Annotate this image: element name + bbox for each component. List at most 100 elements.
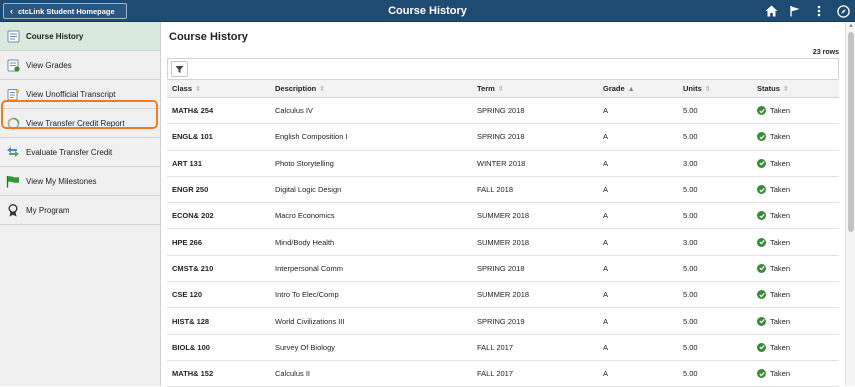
cell-class: HPE 266 xyxy=(167,228,270,256)
flag-icon[interactable] xyxy=(787,3,803,19)
vertical-scrollbar[interactable]: ▲ xyxy=(845,22,855,386)
cell-description: Photo Storytelling xyxy=(270,150,472,177)
cell-units: 3.00 xyxy=(678,228,752,256)
student-homepage-back-button[interactable]: ‹ ctcLink Student Homepage xyxy=(3,3,127,19)
cell-units: 5.00 xyxy=(678,360,752,387)
sidebar-item-label: View Unofficial Transcript xyxy=(26,89,116,99)
sidebar-item-course-history[interactable]: Course History xyxy=(0,22,160,51)
sidebar-navigation: Course History View Grades View Unoffici… xyxy=(0,22,161,386)
cell-grade: A xyxy=(598,255,678,283)
sidebar-item-view-my-milestones[interactable]: View My Milestones xyxy=(0,167,160,196)
table-row[interactable]: ENGR 250 Digital Logic Design FALL 2018 A 5.… xyxy=(167,176,839,204)
table-row[interactable]: HPE 266 Mind/Body Health SUMMER 2018 A 3.00 T… xyxy=(167,228,839,256)
cell-description: English Composition I xyxy=(270,123,472,151)
sidebar-item-view-unofficial-transcript[interactable]: View Unofficial Transcript xyxy=(0,80,160,109)
status-text: Taken xyxy=(770,106,791,116)
checkmark-icon xyxy=(757,158,766,168)
checkmark-icon xyxy=(757,132,766,142)
chevron-left-icon: ‹ xyxy=(10,5,13,16)
cell-units: 5.00 xyxy=(678,202,752,230)
table-row[interactable]: BIOL& 100 Survey Of Biology FALL 2017 A 5.00… xyxy=(167,334,839,361)
cell-grade: A xyxy=(598,150,678,177)
sidebar-item-view-transfer-credit-report[interactable]: View Transfer Credit Report xyxy=(0,109,160,138)
compass-icon[interactable] xyxy=(835,3,851,19)
status-text: Taken xyxy=(770,316,791,326)
program-ribbon-icon xyxy=(6,203,20,217)
cell-term: SPRING 2018 xyxy=(472,255,598,283)
cell-grade: A xyxy=(598,97,678,125)
home-icon[interactable] xyxy=(763,3,779,19)
scroll-up-arrow-icon[interactable]: ▲ xyxy=(848,23,854,30)
cell-term: SPRING 2018 xyxy=(472,123,598,151)
top-banner: ‹ ctcLink Student Homepage Course Histor… xyxy=(0,0,855,22)
column-header-status[interactable]: Status ⇳ xyxy=(752,79,839,98)
table-row[interactable]: MATH& 152 Calculus II FALL 2017 A 5.00 Taken xyxy=(167,360,839,387)
sidebar-item-evaluate-transfer-credit[interactable]: Evaluate Transfer Credit xyxy=(0,138,160,167)
checkmark-icon xyxy=(757,185,766,195)
status-text: Taken xyxy=(770,342,791,352)
checkmark-icon xyxy=(757,316,766,326)
cell-status: Taken xyxy=(752,334,839,361)
checkmark-icon xyxy=(757,263,766,273)
cell-description: Intro To Elec/Comp xyxy=(270,281,472,309)
cell-class: HIST& 128 xyxy=(167,307,270,335)
status-text: Taken xyxy=(770,263,791,273)
cell-units: 5.00 xyxy=(678,123,752,151)
cell-status: Taken xyxy=(752,123,839,151)
column-header-description[interactable]: Description ⇳ xyxy=(270,79,472,98)
sidebar-item-my-program[interactable]: My Program xyxy=(0,196,160,225)
column-header-class[interactable]: Class ⇳ xyxy=(167,79,270,98)
page-title: Course History xyxy=(169,31,248,43)
cell-status: Taken xyxy=(752,202,839,230)
scroll-thumb[interactable] xyxy=(848,32,854,232)
grid-toolbar xyxy=(167,58,839,78)
cell-term: SUMMER 2018 xyxy=(472,202,598,230)
sort-icon: ⇳ xyxy=(782,86,789,93)
filter-button[interactable] xyxy=(171,61,188,77)
status-text: Taken xyxy=(770,211,791,221)
status-text: Taken xyxy=(770,185,791,195)
cell-units: 5.00 xyxy=(678,255,752,283)
column-header-units[interactable]: Units ⇳ xyxy=(678,79,752,98)
banner-actions xyxy=(763,0,851,22)
more-icon[interactable] xyxy=(811,3,827,19)
table-row[interactable]: MATH& 254 Calculus IV SPRING 2018 A 5.00 Take… xyxy=(167,97,839,125)
sort-ascending-icon: ▲ xyxy=(627,86,635,93)
sidebar-item-view-grades[interactable]: View Grades xyxy=(0,51,160,80)
course-history-grid: Class ⇳ Description ⇳ Term ⇳ Grade ▲ Units ⇳ … xyxy=(167,79,839,387)
sort-icon: ⇳ xyxy=(195,86,201,93)
column-header-grade[interactable]: Grade ▲ xyxy=(598,79,678,98)
course-history-icon xyxy=(6,29,20,43)
table-row[interactable]: HIST& 128 World Civilizations III SPRING 2… xyxy=(167,307,839,335)
table-row[interactable]: ENGL& 101 English Composition I SPRING 201… xyxy=(167,123,839,151)
cell-class: ENGR 250 xyxy=(167,176,270,204)
checkmark-icon xyxy=(757,106,766,116)
grades-icon xyxy=(6,58,20,72)
page-banner-title: Course History xyxy=(388,5,467,17)
table-row[interactable]: CSE 120 Intro To Elec/Comp SUMMER 2018 A 5.0… xyxy=(167,281,839,309)
checkmark-icon xyxy=(757,237,766,247)
cell-class: ENGL& 101 xyxy=(167,123,270,151)
sort-icon: ⇳ xyxy=(704,86,711,93)
evaluate-transfer-icon xyxy=(6,145,20,159)
transcript-icon xyxy=(6,87,20,101)
cell-term: SPRING 2018 xyxy=(472,97,598,125)
cell-units: 3.00 xyxy=(678,150,752,177)
column-header-term[interactable]: Term ⇳ xyxy=(472,79,598,98)
filter-icon xyxy=(175,65,184,73)
table-row[interactable]: ECON& 202 Macro Economics SUMMER 2018 A 5.00… xyxy=(167,202,839,230)
cell-term: FALL 2017 xyxy=(472,360,598,387)
cell-status: Taken xyxy=(752,360,839,387)
cell-term: WINTER 2018 xyxy=(472,150,598,177)
cell-grade: A xyxy=(598,334,678,361)
cell-class: CSE 120 xyxy=(167,281,270,309)
cell-term: FALL 2017 xyxy=(472,334,598,361)
row-count: 23 rows xyxy=(812,49,839,56)
sidebar-item-label: Evaluate Transfer Credit xyxy=(26,147,113,157)
checkmark-icon xyxy=(757,211,766,221)
cell-status: Taken xyxy=(752,150,839,177)
table-row[interactable]: CMST& 210 Interpersonal Comm SPRING 2018 A 5… xyxy=(167,255,839,283)
cell-units: 5.00 xyxy=(678,281,752,309)
table-row[interactable]: ART 131 Photo Storytelling WINTER 2018 A 3.0… xyxy=(167,150,839,177)
cell-term: SPRING 2019 xyxy=(472,307,598,335)
